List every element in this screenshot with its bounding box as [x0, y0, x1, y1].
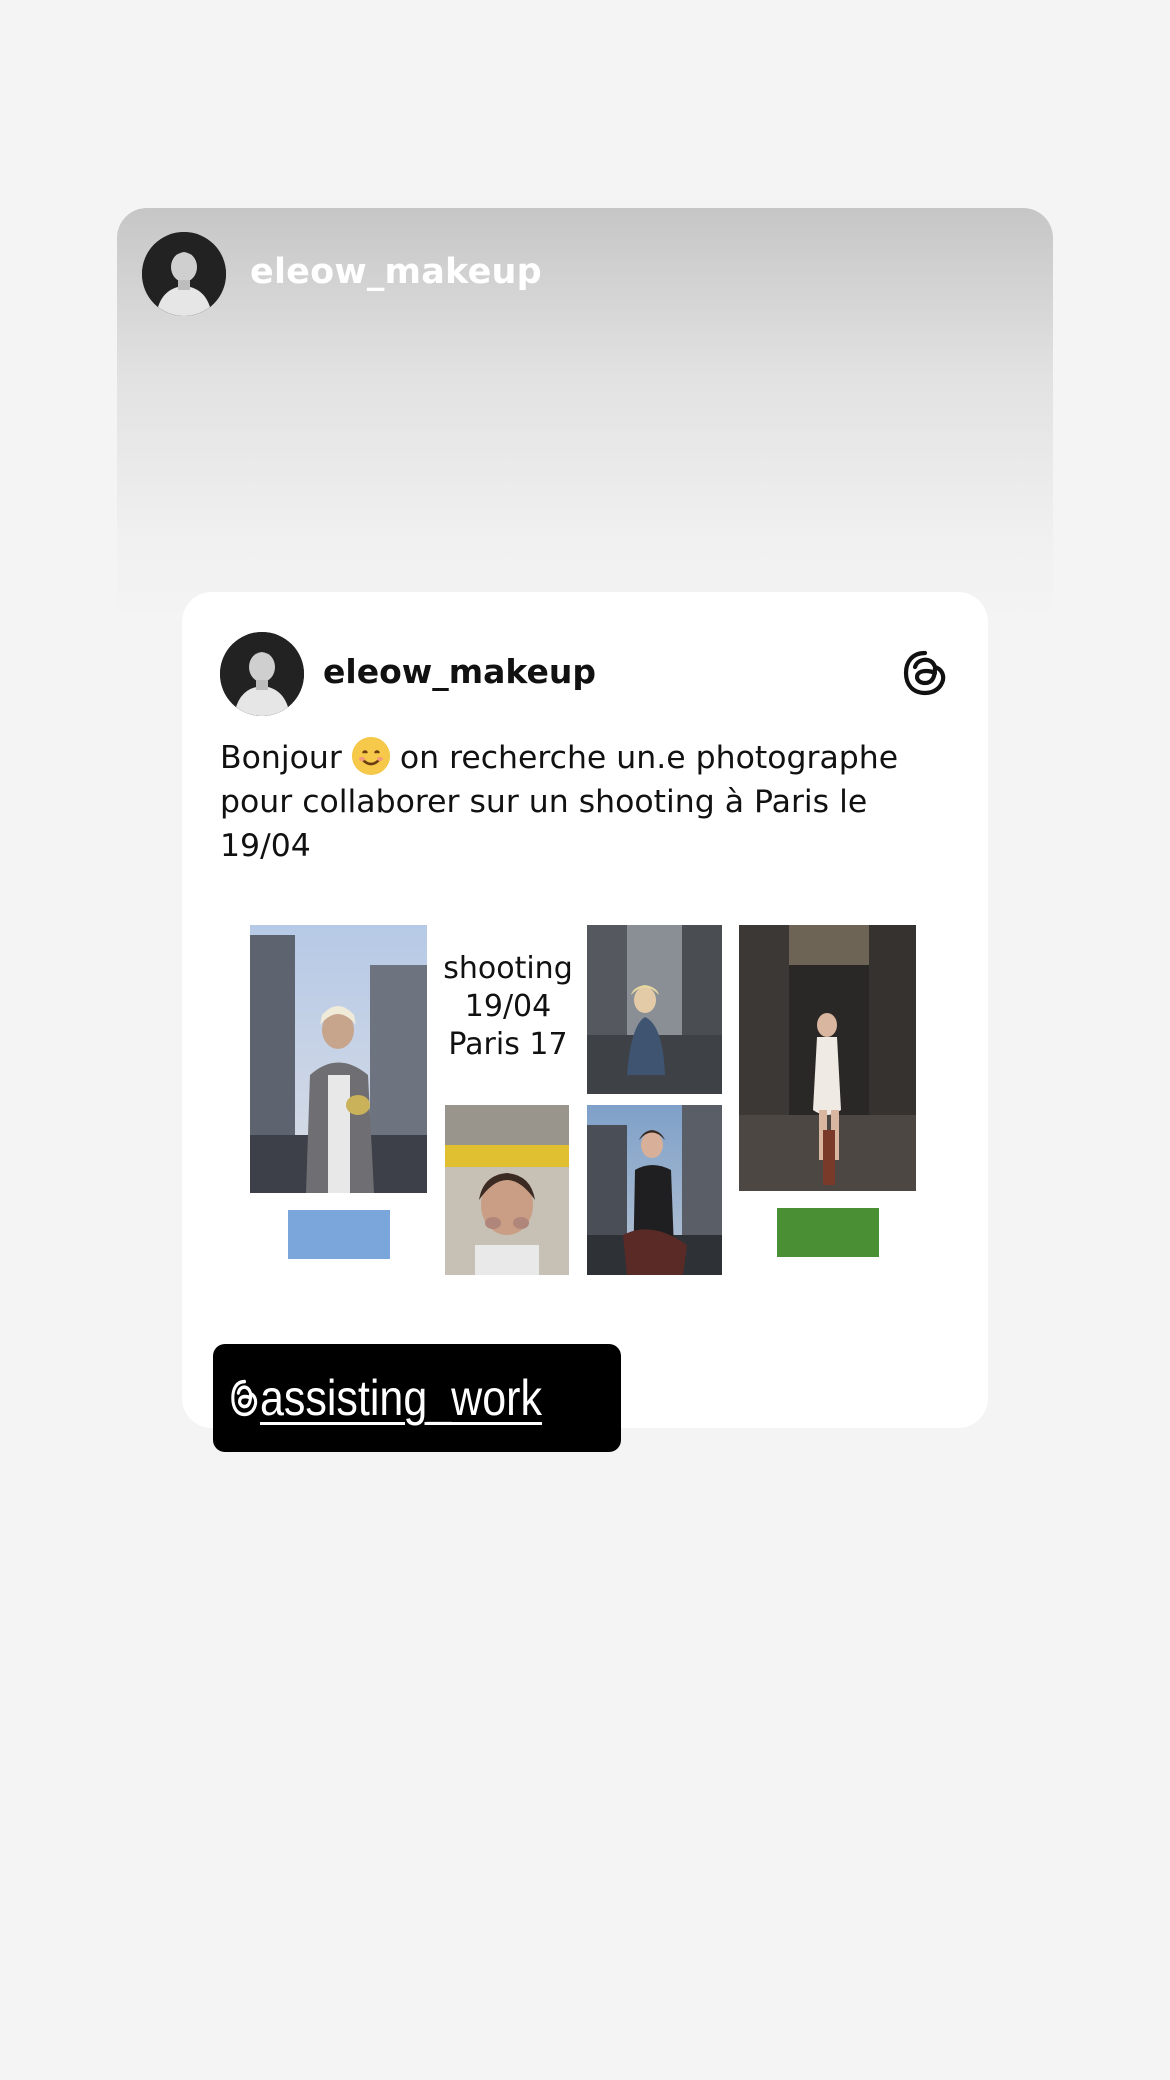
post-avatar[interactable] [220, 632, 304, 716]
collage-photo-5 [587, 1105, 722, 1275]
mention-sticker[interactable]: assisting_work [213, 1344, 621, 1452]
threads-icon[interactable] [900, 648, 950, 698]
smiling-face-emoji [351, 737, 390, 775]
story-avatar[interactable] [142, 232, 226, 316]
post-username[interactable]: eleow_makeup [323, 652, 596, 691]
post-text: Bonjour on recherche un.e photographe po… [220, 736, 940, 868]
collage-photo-4 [445, 1105, 569, 1275]
collage-photo-2 [587, 925, 722, 1094]
collage-photo-1 [250, 925, 427, 1193]
story-username[interactable]: eleow_makeup [250, 252, 542, 292]
mention-handle[interactable]: assisting_work [260, 1369, 542, 1427]
color-swatch-blue [288, 1210, 390, 1259]
collage-caption: shooting 19/04 Paris 17 [443, 951, 573, 1062]
color-swatch-green [777, 1208, 879, 1257]
threads-icon [229, 1376, 260, 1420]
collage-photo-3 [739, 925, 916, 1191]
